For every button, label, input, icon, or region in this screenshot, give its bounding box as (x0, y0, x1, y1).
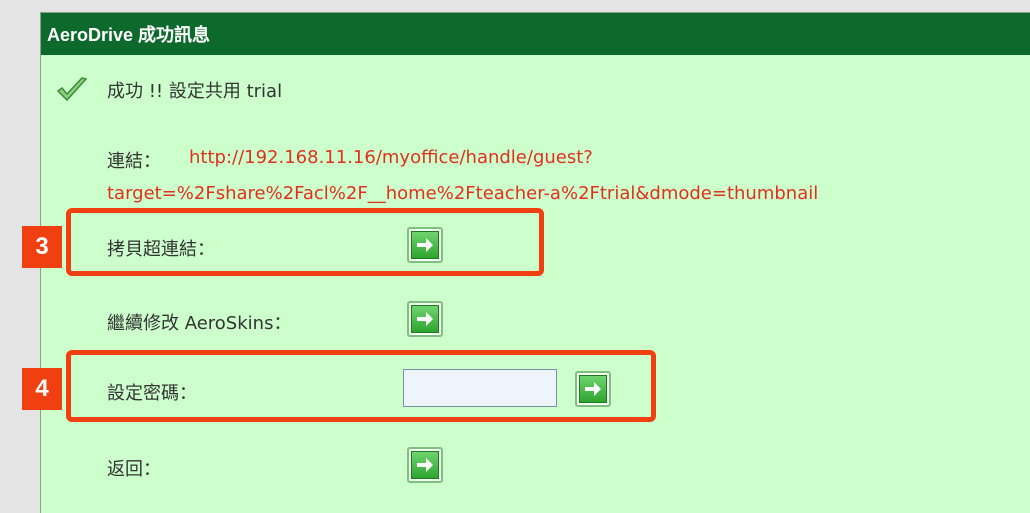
annotation-badge-3: 3 (22, 226, 62, 268)
annotation-box-4 (66, 350, 656, 422)
arrow-right-icon (411, 451, 439, 479)
annotation-box-3 (66, 208, 544, 276)
link-label: 連結： (107, 151, 161, 172)
arrow-right-icon (411, 305, 439, 333)
annotation-badge-4: 4 (22, 368, 62, 410)
back-button[interactable] (407, 447, 443, 483)
continue-edit-button[interactable] (407, 301, 443, 337)
back-label: 返回： (107, 459, 161, 480)
continue-edit-label: 繼續修改 AeroSkins： (107, 313, 292, 334)
dialog-title: AeroDrive 成功訊息 (41, 13, 1030, 55)
checkmark-icon (56, 77, 88, 102)
share-url-line1[interactable]: http://192.168.11.16/myoffice/handle/gue… (189, 147, 593, 168)
success-message: 成功 !! 設定共用 trial (107, 81, 283, 102)
share-url-line2[interactable]: target=%2Fshare%2Facl%2F__home%2Fteacher… (107, 183, 818, 204)
